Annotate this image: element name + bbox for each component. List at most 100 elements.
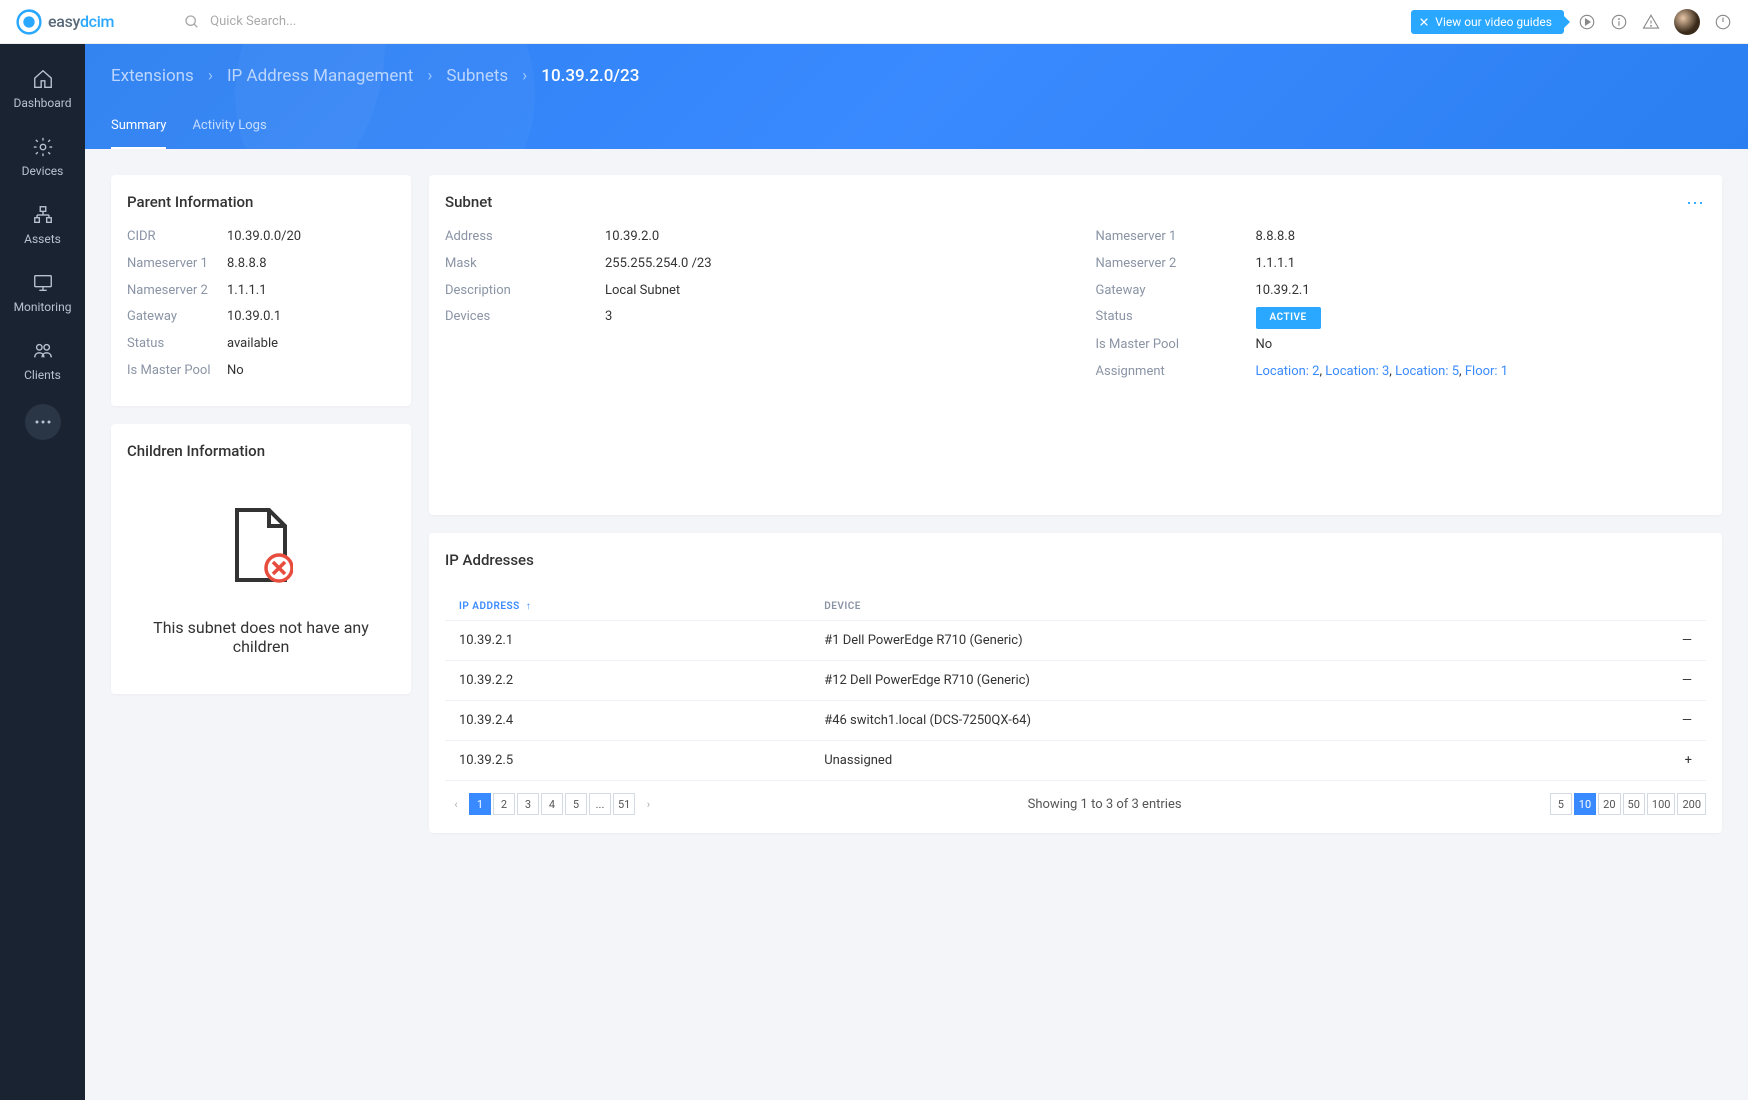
content: Parent Information CIDR10.39.0.0/20 Name… [85,149,1748,859]
sidebar-item-dashboard[interactable]: Dashboard [0,58,85,120]
info-icon[interactable] [1610,13,1628,31]
tab-activity-logs[interactable]: Activity Logs [192,108,266,149]
power-icon[interactable] [1714,13,1732,31]
pager-summary: Showing 1 to 3 of 3 entries [1028,797,1182,812]
assignment-link[interactable]: Floor: 1 [1465,364,1508,379]
assign-button[interactable]: + [1666,741,1706,781]
page-button[interactable]: ... [589,793,611,815]
unassign-button[interactable]: — [1666,621,1706,661]
card-title: Parent Information [127,193,395,211]
sidebar-more-button[interactable] [25,404,61,440]
page-size-button[interactable]: 100 [1647,793,1676,815]
sidebar: Dashboard Devices Assets Monitoring Clie… [0,44,85,1100]
sidebar-item-label: Clients [24,368,61,382]
unassign-button[interactable]: — [1666,701,1706,741]
tab-summary[interactable]: Summary [111,108,166,149]
play-icon[interactable] [1578,13,1596,31]
prev-page-button[interactable]: ‹ [445,793,467,815]
card-title: IP Addresses [445,551,1706,569]
breadcrumb: Extensions › IP Address Management › Sub… [85,44,1748,108]
chevron-right-icon: › [208,66,213,86]
page-button[interactable]: 2 [493,793,515,815]
ip-addresses-card: IP Addresses IP ADDRESS↑ DEVICE 10.39.2.… [429,533,1722,833]
card-actions-button[interactable]: ⋯ [1686,193,1706,214]
logo[interactable]: easydcim [16,9,114,35]
users-icon [32,340,54,362]
topbar-right: View our video guides [1411,9,1732,35]
alert-icon[interactable] [1642,13,1660,31]
video-guides-button[interactable]: View our video guides [1411,10,1564,34]
page-header: Extensions › IP Address Management › Sub… [85,44,1748,149]
close-icon [1419,17,1429,27]
assignment-link[interactable]: Location: 2 [1256,364,1320,379]
ip-cell: 10.39.2.4 [445,701,810,741]
breadcrumb-subnets[interactable]: Subnets [446,66,508,86]
assignment-link[interactable]: Location: 3 [1325,364,1389,379]
subnet-col-left: Address10.39.2.0 Mask255.255.254.0 /23 D… [445,227,1056,389]
search[interactable]: Quick Search... [184,14,296,30]
sidebar-item-label: Devices [22,164,64,178]
logo-text: easydcim [48,12,114,31]
left-column: Parent Information CIDR10.39.0.0/20 Name… [111,175,411,694]
search-placeholder: Quick Search... [210,14,296,29]
subnet-card: Subnet ⋯ Address10.39.2.0 Mask255.255.25… [429,175,1722,515]
card-title: Subnet [445,193,1706,211]
pager-row: ‹12345...51› Showing 1 to 3 of 3 entries… [445,793,1706,815]
empty-state: This subnet does not have any children [127,476,395,676]
device-cell: #1 Dell PowerEdge R710 (Generic) [810,621,1666,661]
device-cell: Unassigned [810,741,1666,781]
ip-table: IP ADDRESS↑ DEVICE 10.39.2.1#1 Dell Powe… [445,593,1706,781]
page-size: 5102050100200 [1550,793,1706,815]
table-row: 10.39.2.1#1 Dell PowerEdge R710 (Generic… [445,621,1706,661]
assignment-link[interactable]: Location: 5 [1395,364,1459,379]
home-icon [32,68,54,90]
logo-icon [16,9,42,35]
card-title: Children Information [127,442,395,460]
parent-info-card: Parent Information CIDR10.39.0.0/20 Name… [111,175,411,406]
sidebar-item-label: Monitoring [14,300,72,314]
page-button[interactable]: 5 [565,793,587,815]
search-icon [184,14,200,30]
org-icon [32,204,54,226]
sidebar-item-monitoring[interactable]: Monitoring [0,262,85,324]
page-button[interactable]: 51 [613,793,635,815]
right-column: Subnet ⋯ Address10.39.2.0 Mask255.255.25… [429,175,1722,833]
page-button[interactable]: 1 [469,793,491,815]
col-device[interactable]: DEVICE [810,593,1666,621]
ip-cell: 10.39.2.1 [445,621,810,661]
page-size-button[interactable]: 200 [1677,793,1706,815]
monitor-icon [32,272,54,294]
breadcrumb-extensions[interactable]: Extensions [111,66,194,86]
page-size-button[interactable]: 5 [1550,793,1572,815]
more-icon [34,420,52,424]
subnet-col-right: Nameserver 18.8.8.8 Nameserver 21.1.1.1 … [1096,227,1707,389]
page-button[interactable]: 4 [541,793,563,815]
children-info-card: Children Information This subnet does no… [111,424,411,694]
page-button[interactable]: 3 [517,793,539,815]
page-size-button[interactable]: 20 [1598,793,1620,815]
empty-file-icon [229,506,293,584]
avatar[interactable] [1674,9,1700,35]
device-cell: #46 switch1.local (DCS-7250QX-64) [810,701,1666,741]
col-ip-address[interactable]: IP ADDRESS↑ [445,593,810,621]
page-nav: ‹12345...51› [445,793,659,815]
empty-text: This subnet does not have any children [137,618,385,656]
sidebar-item-devices[interactable]: Devices [0,126,85,188]
table-row: 10.39.2.2#12 Dell PowerEdge R710 (Generi… [445,661,1706,701]
assignments: Location: 2, Location: 3, Location: 5, F… [1256,362,1509,383]
chevron-right-icon: › [522,66,527,86]
page-size-button[interactable]: 50 [1623,793,1645,815]
breadcrumb-ipam[interactable]: IP Address Management [227,66,413,86]
main: Extensions › IP Address Management › Sub… [85,44,1748,859]
sidebar-item-clients[interactable]: Clients [0,330,85,392]
table-row: 10.39.2.4#46 switch1.local (DCS-7250QX-6… [445,701,1706,741]
status-badge: ACTIVE [1256,307,1321,329]
gear-icon [32,136,54,158]
page-size-button[interactable]: 10 [1574,793,1596,815]
device-cell: #12 Dell PowerEdge R710 (Generic) [810,661,1666,701]
tabs: Summary Activity Logs [85,108,1748,149]
sort-asc-icon: ↑ [526,601,532,612]
unassign-button[interactable]: — [1666,661,1706,701]
sidebar-item-assets[interactable]: Assets [0,194,85,256]
next-page-button[interactable]: › [637,793,659,815]
